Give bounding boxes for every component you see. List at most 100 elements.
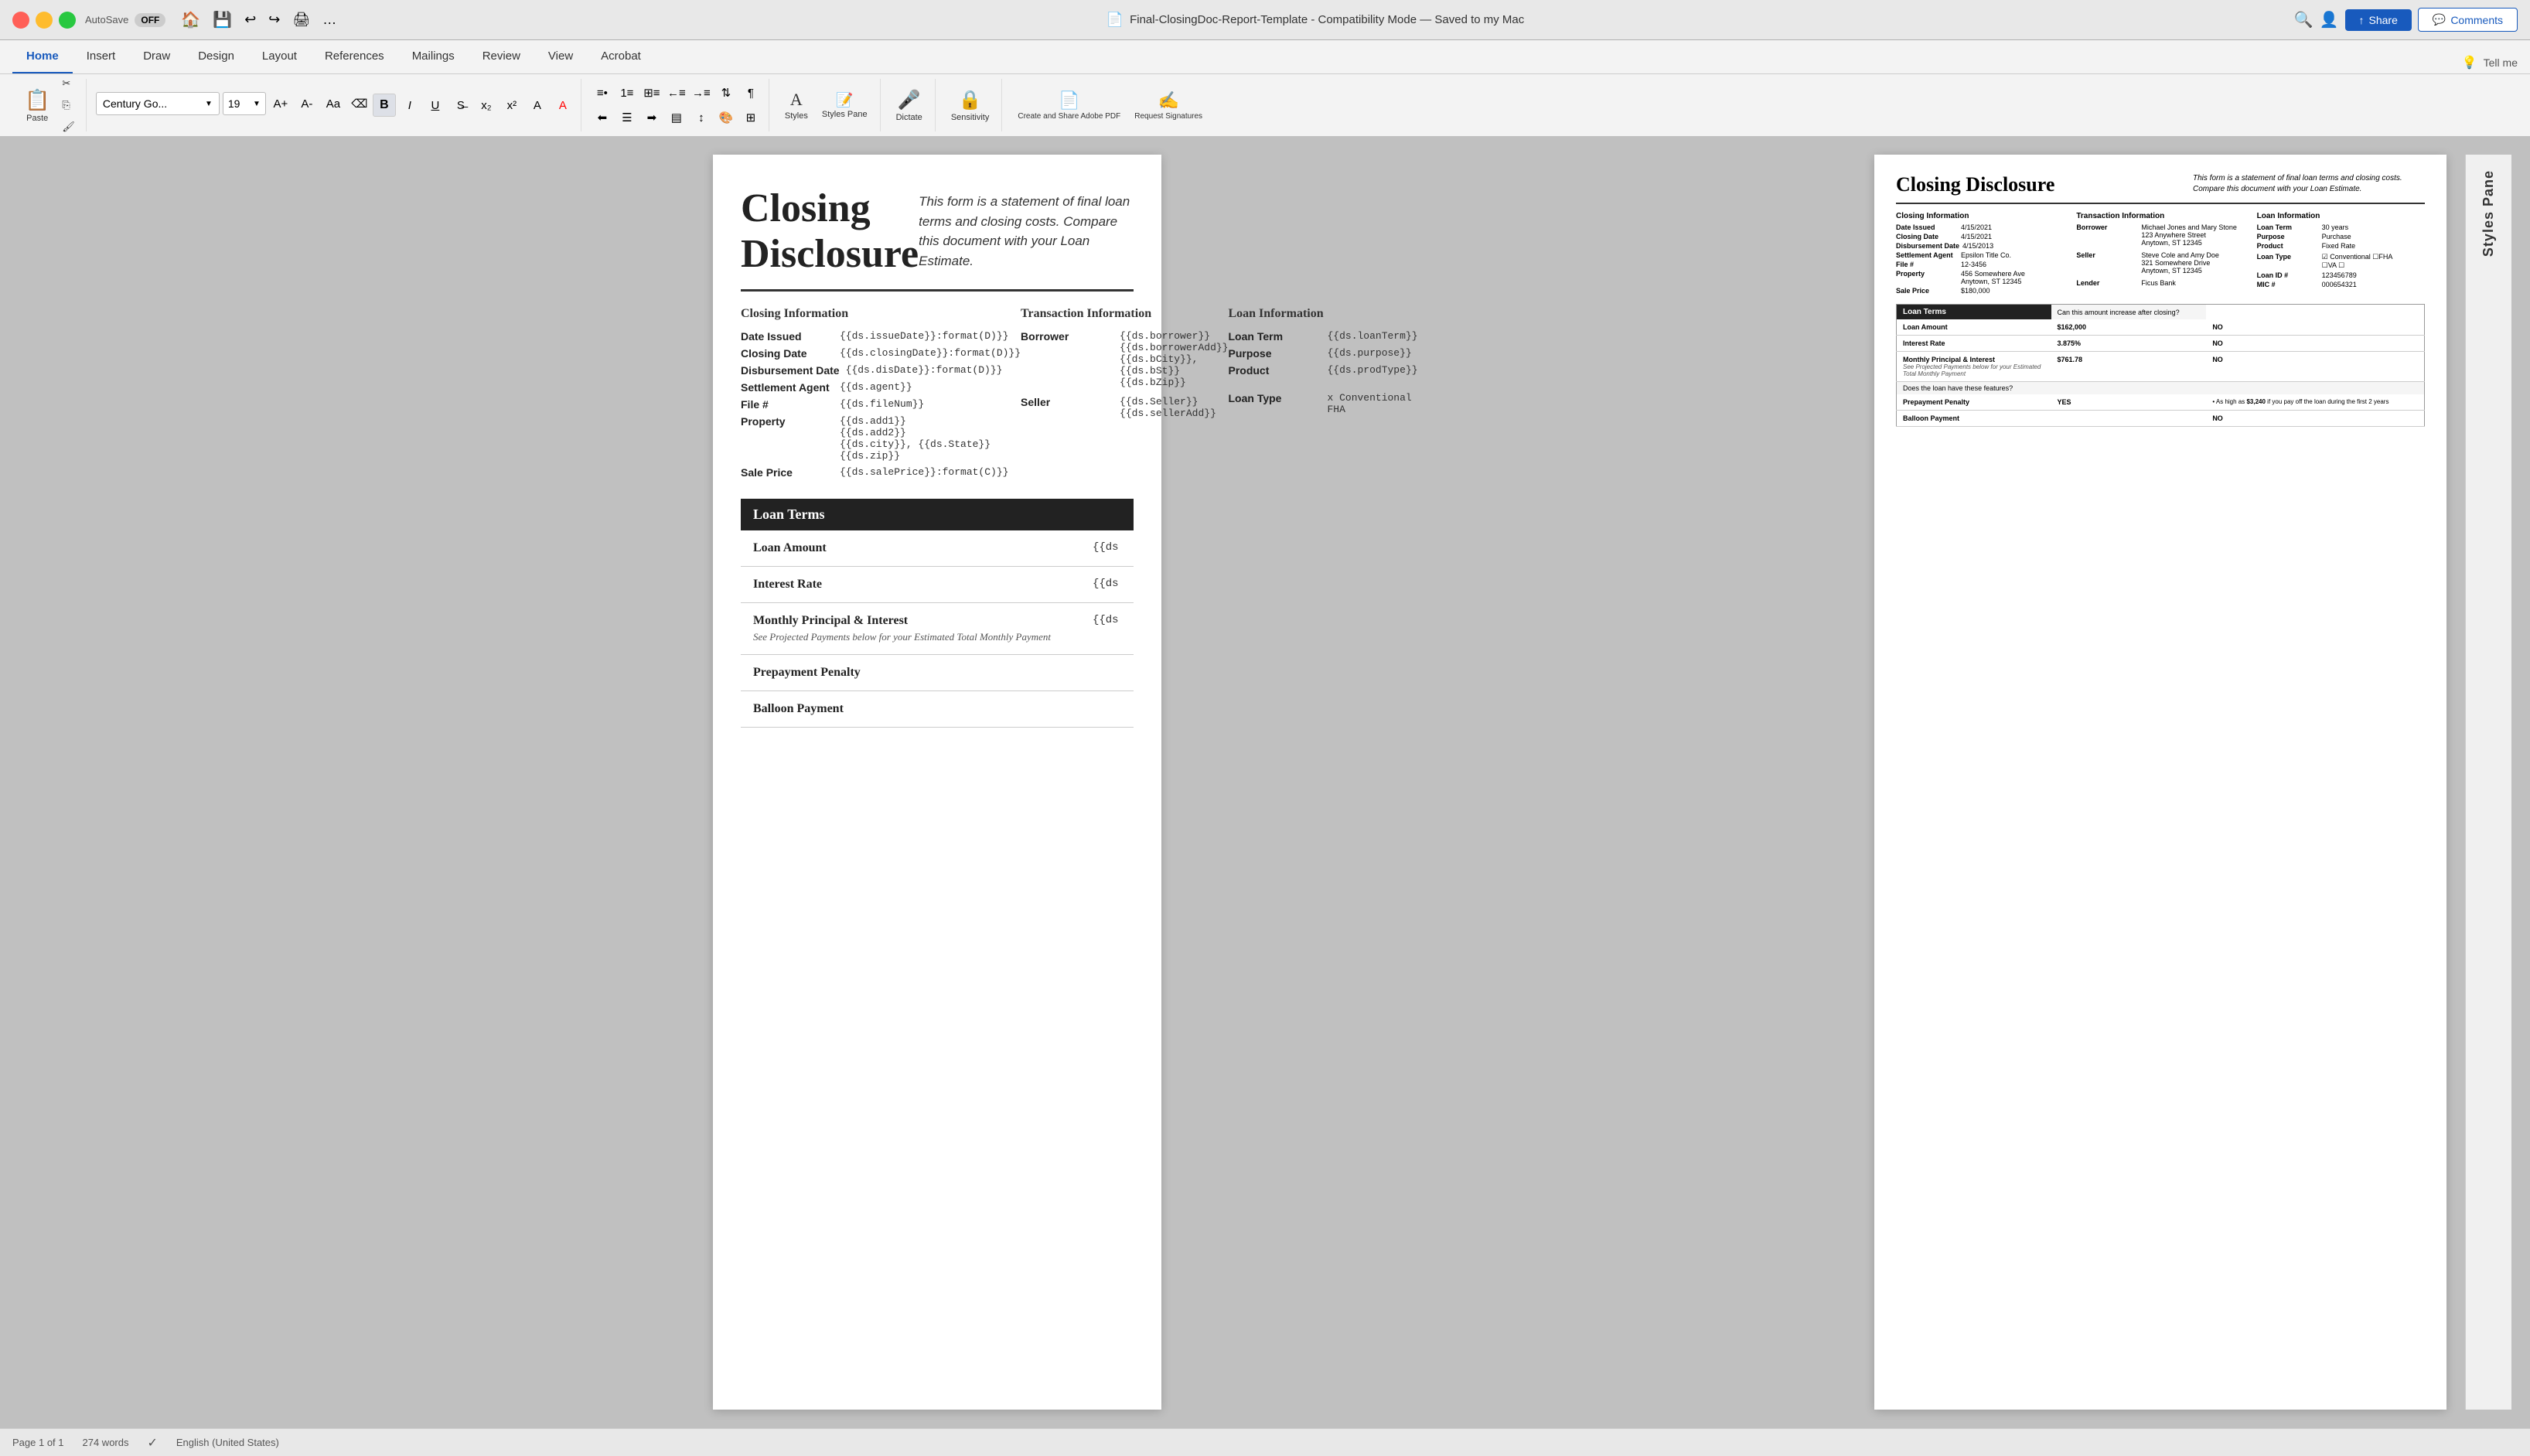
multilevel-button[interactable]: ⊞≡ <box>640 81 663 104</box>
tab-review[interactable]: Review <box>469 40 534 73</box>
user-icon[interactable]: 👤 <box>2320 10 2339 29</box>
app-title: Final-ClosingDoc-Report-Template - Compa… <box>1130 13 1524 26</box>
balloon-label: Balloon Payment <box>741 691 1080 728</box>
align-center-button[interactable]: ☰ <box>615 106 639 129</box>
decrease-font-button[interactable]: A- <box>295 92 319 115</box>
preview-closing-info: Closing Information Date Issued 4/15/202… <box>1896 212 2064 296</box>
tab-home[interactable]: Home <box>12 40 73 73</box>
proofing-icon[interactable]: ✓ <box>147 1435 157 1451</box>
increase-indent-button[interactable]: →≡ <box>690 81 713 104</box>
tab-design[interactable]: Design <box>184 40 248 73</box>
autosave-toggle[interactable]: OFF <box>135 13 165 27</box>
tab-layout[interactable]: Layout <box>248 40 311 73</box>
paste-button[interactable]: 📋 Paste <box>19 79 56 131</box>
copy-button[interactable]: ⎘ <box>57 95 80 115</box>
language: English (United States) <box>176 1437 279 1448</box>
tab-insert[interactable]: Insert <box>73 40 130 73</box>
decrease-indent-button[interactable]: ←≡ <box>665 81 688 104</box>
align-right-button[interactable]: ➡ <box>640 106 663 129</box>
pilcrow-button[interactable]: ¶ <box>739 81 762 104</box>
print-icon[interactable]: 🖨 <box>292 12 310 28</box>
preview-loan-info: Loan Information Loan Term 30 years Purp… <box>2257 212 2425 296</box>
prev-lt-balloon: Balloon Payment NO <box>1897 411 2425 427</box>
prev-loanterm: Loan Term 30 years <box>2257 223 2425 231</box>
italic-button[interactable]: I <box>398 94 421 117</box>
bullets-button[interactable]: ≡• <box>591 81 614 104</box>
styles-button[interactable]: A Styles <box>779 79 814 131</box>
sort-button[interactable]: ⇅ <box>714 81 738 104</box>
maximize-button[interactable] <box>59 12 76 29</box>
font-color-button[interactable]: A <box>551 94 575 117</box>
signature-icon: ✍ <box>1158 90 1178 111</box>
prev-lt-prepayment: Prepayment Penalty YES • As high as $3,2… <box>1897 394 2425 411</box>
line-spacing-button[interactable]: ↕ <box>690 106 713 129</box>
prev-borrower: Borrower Michael Jones and Mary Stone123… <box>2076 223 2244 247</box>
tab-acrobat[interactable]: Acrobat <box>587 40 655 73</box>
monthly-pi-value: {{ds <box>1080 603 1134 655</box>
redo-icon[interactable]: ↪ <box>268 12 280 28</box>
create-share-pdf-button[interactable]: 📄 Create and Share Adobe PDF <box>1011 79 1127 131</box>
home-icon[interactable]: 🏠 <box>181 10 200 29</box>
underline-button[interactable]: U <box>424 94 447 117</box>
autosave-label: AutoSave <box>85 14 128 26</box>
preview-closing-title: Closing Information <box>1896 212 2064 220</box>
ribbon-tabs: Home Insert Draw Design Layout Reference… <box>0 40 2530 74</box>
transaction-info-title: Transaction Information <box>1021 307 1228 321</box>
request-signatures-button[interactable]: ✍ Request Signatures <box>1128 79 1209 131</box>
window-controls <box>12 12 76 29</box>
monthly-pi-row: Monthly Principal & Interest See Project… <box>741 603 1134 655</box>
tab-view[interactable]: View <box>534 40 587 73</box>
superscript-button[interactable]: x² <box>500 94 523 117</box>
loan-info-section: Loan Information Loan Term {{ds.loanTerm… <box>1228 307 1417 483</box>
preview-subtitle: This form is a statement of final loan t… <box>2193 173 2425 195</box>
borders-button[interactable]: ⊞ <box>739 106 762 129</box>
preview-lt-can-increase: Can this amount increase after closing? <box>2051 305 2207 320</box>
clipboard-group: 📋 Paste ✂ ⎘ 🖌 <box>12 79 87 131</box>
subscript-button[interactable]: x₂ <box>475 94 498 117</box>
align-left-button[interactable]: ⬅ <box>591 106 614 129</box>
main-page[interactable]: Closing Disclosure This form is a statem… <box>713 155 1161 1410</box>
comments-button[interactable]: 💬 Comments <box>2418 8 2518 32</box>
font-name-select[interactable]: Century Go... ▼ <box>96 92 220 115</box>
close-button[interactable] <box>12 12 29 29</box>
doc-main-title: Closing Disclosure <box>741 186 919 277</box>
preview-transaction-info: Transaction Information Borrower Michael… <box>2076 212 2244 296</box>
font-size-select[interactable]: 19 ▼ <box>223 92 266 115</box>
shading-button[interactable]: 🎨 <box>714 106 738 129</box>
increase-font-button[interactable]: A+ <box>269 92 292 115</box>
undo-icon[interactable]: ↩ <box>244 12 256 28</box>
minimize-button[interactable] <box>36 12 53 29</box>
cut-button[interactable]: ✂ <box>57 73 80 94</box>
monthly-pi-label: Monthly Principal & Interest See Project… <box>741 603 1080 655</box>
share-button[interactable]: ↑ Share <box>2345 9 2412 31</box>
interest-rate-label: Interest Rate <box>741 567 1080 603</box>
search-icon[interactable]: 🔍 <box>2294 10 2313 29</box>
numbering-button[interactable]: 1≡ <box>615 81 639 104</box>
save-icon[interactable]: 💾 <box>213 10 232 29</box>
info-row-loantype: Loan Type x Conventional FHA <box>1228 392 1417 415</box>
clear-format-button[interactable]: ⌫ <box>348 92 371 115</box>
file-icon: 📄 <box>1106 12 1123 28</box>
info-row-agent: Settlement Agent {{ds.agent}} <box>741 381 1021 394</box>
doc-subtitle: This form is a statement of final loan t… <box>919 186 1134 271</box>
font-case-button[interactable]: Aa <box>322 92 345 115</box>
tab-mailings[interactable]: Mailings <box>398 40 469 73</box>
tab-draw[interactable]: Draw <box>129 40 184 73</box>
more-icon[interactable]: … <box>322 12 336 28</box>
tab-references[interactable]: References <box>311 40 398 73</box>
titlebar: AutoSave OFF 🏠 💾 ↩ ↪ 🖨 … 📄 Final-Closing… <box>0 0 2530 40</box>
format-painter-button[interactable]: 🖌 <box>57 117 80 137</box>
strikethrough-button[interactable]: S̶ <box>449 94 472 117</box>
sensitivity-button[interactable]: 🔒 Sensitivity <box>945 79 996 131</box>
justify-button[interactable]: ▤ <box>665 106 688 129</box>
info-row-date-issued: Date Issued {{ds.issueDate}}:format(D)}} <box>741 330 1021 343</box>
styles-icon: A <box>790 90 803 110</box>
interest-rate-value: {{ds <box>1080 567 1134 603</box>
dictate-button[interactable]: 🎤 Dictate <box>890 79 929 131</box>
styles-pane-button[interactable]: 📝 Styles Pane <box>816 79 874 131</box>
tell-me-label[interactable]: Tell me <box>2484 56 2518 69</box>
pdf-icon: 📄 <box>1059 90 1079 111</box>
bold-button[interactable]: B <box>373 94 396 117</box>
highlight-button[interactable]: A <box>526 94 549 117</box>
microphone-icon: 🎤 <box>898 89 921 111</box>
